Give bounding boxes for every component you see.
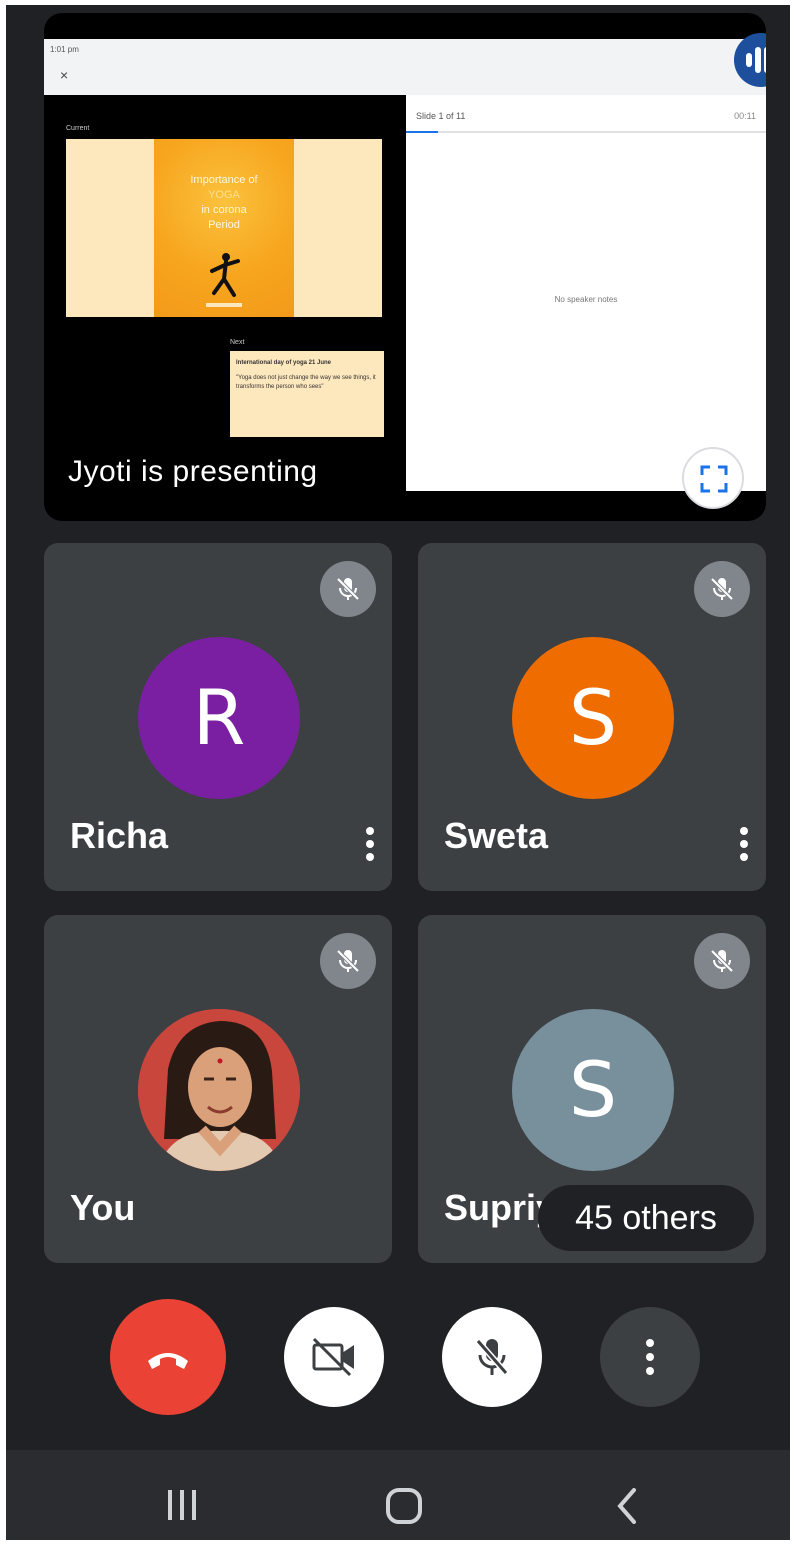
participant-tile[interactable]: R Richa [44, 543, 392, 891]
mic-off-icon [475, 1339, 509, 1375]
speaker-notes-pane: Slide 1 of 11 00:11 No speaker notes [406, 95, 766, 491]
slide-title-line: Period [208, 219, 240, 231]
slide-timer: 00:11 [734, 111, 756, 121]
slide-title-line: in corona [201, 204, 247, 216]
avatar-photo [138, 1009, 300, 1171]
others-count-chip[interactable]: 45 others [538, 1185, 754, 1251]
participant-tile[interactable]: You [44, 915, 392, 1263]
slide-poster: Importance of YOGA in corona Period [154, 139, 294, 317]
slide-progress-track [406, 131, 766, 133]
participant-tile[interactable]: S Sweta [418, 543, 766, 891]
system-nav-bar [6, 1450, 790, 1540]
phone-hangup-icon [148, 1353, 188, 1369]
camera-button[interactable] [284, 1307, 384, 1407]
camera-off-icon [312, 1337, 354, 1377]
slide-title-line: Importance of [190, 174, 258, 186]
back-icon[interactable] [614, 1488, 640, 1524]
microphone-button[interactable] [442, 1307, 542, 1407]
more-vert-icon[interactable] [360, 827, 380, 867]
shared-status-bar: 1:01 pm [44, 39, 766, 61]
next-slide: International day of yoga 21 June "Yoga … [230, 351, 384, 437]
meet-call-screen: 1:01 pm × Current Importance of YOGA in … [6, 5, 790, 1540]
next-slide-quote: "Yoga does not just change the way we se… [236, 375, 376, 390]
current-slide-label: Current [66, 125, 90, 132]
avatar: R [138, 637, 300, 799]
slide-progress-fill [406, 131, 439, 133]
presenter-label: Jyoti is presenting [68, 455, 318, 488]
end-call-button[interactable] [110, 1299, 226, 1415]
avatar: S [512, 637, 674, 799]
participant-name: Sweta [444, 815, 549, 856]
next-slide-label: Next [230, 339, 245, 346]
shared-toolbar: × [44, 61, 766, 96]
more-vert-icon [646, 1339, 654, 1375]
current-slide: Importance of YOGA in corona Period [66, 139, 382, 317]
slide-pane: Current Importance of YOGA in corona Per… [44, 95, 406, 491]
slide-title-line: YOGA [208, 189, 240, 201]
mic-off-icon [694, 933, 750, 989]
participant-name: Richa [70, 815, 169, 856]
more-options-button[interactable] [600, 1307, 700, 1407]
recents-icon[interactable] [164, 1488, 200, 1522]
fullscreen-button[interactable] [682, 447, 744, 509]
more-vert-icon[interactable] [734, 827, 754, 867]
shared-close-icon: × [60, 67, 69, 83]
speaker-notes-text: No speaker notes [554, 295, 618, 304]
avatar: S [512, 1009, 674, 1171]
presentation-tile[interactable]: 1:01 pm × Current Importance of YOGA in … [44, 13, 766, 521]
slide-counter: Slide 1 of 11 [416, 111, 466, 121]
shared-screen: 1:01 pm × Current Importance of YOGA in … [44, 39, 766, 491]
next-slide-heading: International day of yoga 21 June [236, 360, 332, 366]
yoga-pose-icon [206, 253, 242, 307]
home-icon[interactable] [386, 1488, 422, 1524]
mic-off-icon [694, 561, 750, 617]
participant-name: You [70, 1187, 136, 1228]
mic-off-icon [320, 561, 376, 617]
mic-off-icon [320, 933, 376, 989]
fullscreen-icon [700, 465, 728, 493]
